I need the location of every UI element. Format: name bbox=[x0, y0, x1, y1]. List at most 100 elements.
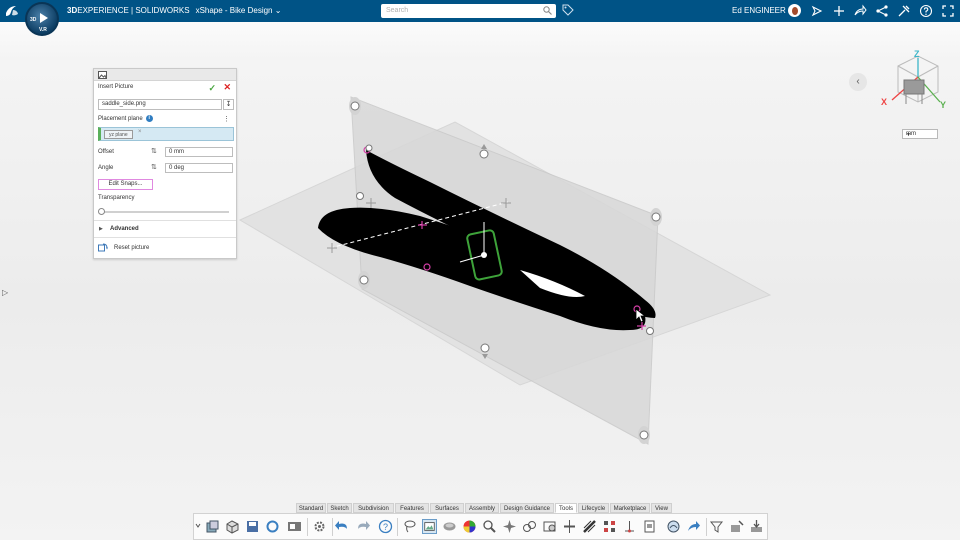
network-share-icon[interactable] bbox=[875, 4, 889, 18]
axis-label-y: Y bbox=[940, 100, 947, 110]
notifications-icon[interactable] bbox=[810, 4, 824, 18]
redo-icon[interactable] bbox=[355, 519, 370, 534]
offset-label: Offset bbox=[98, 149, 114, 155]
remove-chip-icon[interactable]: × bbox=[138, 129, 142, 135]
pattern-icon[interactable] bbox=[622, 519, 637, 534]
collapse-panel-button[interactable]: ‹ bbox=[849, 73, 867, 91]
settings-icon[interactable] bbox=[312, 519, 327, 534]
action-bar: ? bbox=[193, 513, 768, 540]
align-icon[interactable] bbox=[642, 519, 657, 534]
chevron-down-icon[interactable]: ⌄ bbox=[275, 6, 282, 15]
search-input[interactable]: Search bbox=[381, 4, 556, 18]
tag-icon[interactable] bbox=[562, 4, 574, 16]
edit-snaps-button[interactable]: Edit Snaps... bbox=[98, 179, 153, 190]
zoom-icon[interactable] bbox=[482, 519, 497, 534]
tab-surfaces[interactable]: Surfaces bbox=[430, 503, 464, 513]
dropdown-arrow-icon: ▼ bbox=[906, 132, 911, 138]
search-icon[interactable] bbox=[543, 6, 552, 15]
flip-offset-icon[interactable]: ⇅ bbox=[151, 147, 157, 155]
placement-plane-selector[interactable]: yz plane × bbox=[98, 127, 234, 141]
file-name-field[interactable]: saddle_side.png bbox=[98, 99, 222, 110]
more-options-icon[interactable]: ⋮ bbox=[223, 115, 230, 123]
placement-plane-label: Placement plane i bbox=[98, 115, 153, 122]
user-name[interactable]: Ed ENGINEER bbox=[732, 6, 786, 15]
help-icon[interactable]: ? bbox=[378, 519, 393, 534]
analysis-icon[interactable] bbox=[542, 519, 557, 534]
undo-icon[interactable] bbox=[335, 519, 350, 534]
confirm-check-icon[interactable]: ✓ bbox=[208, 83, 216, 94]
picture-icon bbox=[98, 71, 107, 79]
divider bbox=[94, 220, 236, 221]
chevron-left-icon: ‹ bbox=[856, 76, 860, 87]
flip-angle-icon[interactable]: ⇅ bbox=[151, 163, 157, 171]
toolbar-separator bbox=[332, 518, 333, 536]
transparency-slider[interactable] bbox=[101, 211, 229, 213]
plane-chip[interactable]: yz plane bbox=[104, 130, 133, 139]
axis-label-z: Z bbox=[914, 49, 920, 59]
plus-icon[interactable] bbox=[832, 4, 846, 18]
product-brand[interactable]: 3DEXPERIENCE | SOLIDWORKS xShape - Bike D… bbox=[67, 6, 281, 15]
export-icon[interactable] bbox=[749, 519, 764, 534]
tab-sketch[interactable]: Sketch bbox=[327, 503, 352, 513]
toolbar-separator bbox=[307, 518, 308, 536]
top-bar: 3DEXPERIENCE | SOLIDWORKS xShape - Bike D… bbox=[0, 0, 960, 22]
offset-field[interactable]: 0 mm bbox=[165, 147, 233, 157]
panel-header[interactable] bbox=[94, 69, 236, 81]
units-select[interactable]: mm ▼ bbox=[902, 129, 938, 139]
axis-label-x: X bbox=[881, 97, 888, 107]
close-icon[interactable]: ✕ bbox=[223, 82, 231, 93]
reset-icon[interactable] bbox=[98, 243, 108, 253]
toolbar-separator bbox=[706, 518, 707, 536]
box-icon[interactable] bbox=[225, 519, 240, 534]
presentation-icon[interactable] bbox=[287, 519, 302, 534]
upload-icon[interactable]: ↧ bbox=[223, 99, 234, 110]
measure-icon[interactable] bbox=[522, 519, 537, 534]
avatar[interactable] bbox=[788, 4, 801, 17]
info-icon[interactable]: i bbox=[145, 115, 153, 122]
advanced-section[interactable]: Advanced bbox=[110, 226, 139, 232]
share-arrow-icon[interactable] bbox=[853, 4, 867, 18]
tab-view[interactable]: View bbox=[651, 503, 672, 513]
shape-icon[interactable] bbox=[442, 519, 457, 534]
tab-design-guidance[interactable]: Design Guidance bbox=[500, 503, 554, 513]
tab-assembly[interactable]: Assembly bbox=[465, 503, 499, 513]
tab-standard[interactable]: Standard bbox=[296, 503, 326, 513]
part-icon[interactable] bbox=[205, 519, 220, 534]
tab-tools[interactable]: Tools bbox=[555, 503, 577, 513]
left-panel-handle-icon[interactable]: ▷ bbox=[2, 288, 8, 297]
expand-caret-icon[interactable]: ▶ bbox=[99, 226, 103, 232]
dassault-logo-icon[interactable] bbox=[4, 3, 20, 19]
configure-icon[interactable] bbox=[729, 519, 744, 534]
share-icon[interactable] bbox=[686, 519, 701, 534]
rebuild-icon[interactable] bbox=[265, 519, 280, 534]
svg-text:?: ? bbox=[383, 522, 388, 532]
insert-picture-icon[interactable] bbox=[422, 519, 437, 534]
divider bbox=[94, 237, 236, 238]
save-icon[interactable] bbox=[245, 519, 260, 534]
document-icon[interactable] bbox=[666, 519, 681, 534]
expand-icon[interactable] bbox=[194, 519, 202, 534]
insert-picture-panel: Insert Picture ✓ ✕ saddle_side.png ↧ Pla… bbox=[93, 68, 237, 259]
appearance-icon[interactable] bbox=[462, 519, 477, 534]
transparency-label: Transparency bbox=[98, 195, 135, 201]
help-circle-icon[interactable] bbox=[919, 4, 933, 18]
section-icon[interactable] bbox=[562, 519, 577, 534]
tab-lifecycle[interactable]: Lifecycle bbox=[578, 503, 609, 513]
fullscreen-icon[interactable] bbox=[941, 4, 955, 18]
tools-icon[interactable] bbox=[897, 4, 911, 18]
transparency-slider-thumb[interactable] bbox=[98, 208, 105, 215]
toolbar-separator bbox=[397, 518, 398, 536]
texture-icon[interactable] bbox=[602, 519, 617, 534]
lasso-icon[interactable] bbox=[402, 519, 417, 534]
mirror-icon[interactable] bbox=[582, 519, 597, 534]
angle-field[interactable]: 0 deg bbox=[165, 163, 233, 173]
tab-subdivision[interactable]: Subdivision bbox=[353, 503, 394, 513]
inspect-icon[interactable] bbox=[502, 519, 517, 534]
panel-title: Insert Picture bbox=[98, 84, 134, 90]
tab-features[interactable]: Features bbox=[395, 503, 429, 513]
search-placeholder: Search bbox=[386, 7, 409, 14]
tab-marketplace[interactable]: Marketplace bbox=[610, 503, 650, 513]
app-context: xShape - Bike Design bbox=[195, 6, 273, 15]
filter-icon[interactable] bbox=[709, 519, 724, 534]
reset-picture-button[interactable]: Reset picture bbox=[114, 245, 149, 251]
